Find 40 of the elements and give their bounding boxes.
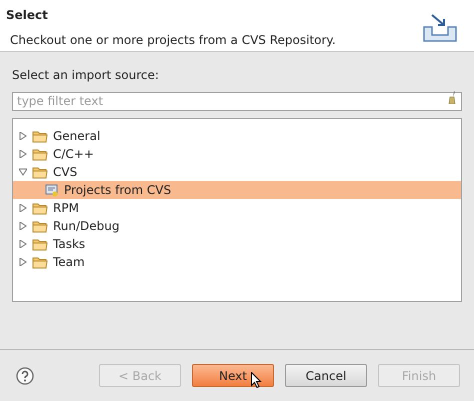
tree-item[interactable]: Run/Debug bbox=[13, 217, 461, 235]
folder-icon bbox=[32, 130, 48, 142]
tree-item-label: Team bbox=[53, 254, 85, 271]
tree-item[interactable]: RPM bbox=[13, 199, 461, 217]
dialog-button[interactable]: Next bbox=[192, 364, 274, 387]
dialog-button[interactable]: Cancel bbox=[285, 364, 367, 387]
import-source-label: Select an import source: bbox=[12, 67, 160, 84]
tree-item-label: Projects from CVS bbox=[64, 182, 172, 199]
folder-icon bbox=[32, 256, 48, 268]
folder-icon bbox=[32, 238, 48, 250]
tree-item-label: CVS bbox=[53, 164, 78, 181]
tree-item-label: General bbox=[53, 128, 100, 145]
expand-arrow-icon[interactable] bbox=[19, 222, 27, 230]
expand-arrow-icon[interactable] bbox=[19, 204, 27, 212]
tree-item-label: Tasks bbox=[53, 236, 86, 253]
collapse-arrow-icon[interactable] bbox=[19, 168, 27, 176]
folder-icon bbox=[32, 148, 48, 160]
filter-field[interactable]: type filter text bbox=[12, 92, 462, 110]
tree-item-label: RPM bbox=[53, 200, 79, 217]
help-icon[interactable] bbox=[16, 366, 34, 384]
expand-arrow-icon[interactable] bbox=[19, 132, 27, 140]
folder-icon bbox=[32, 166, 48, 178]
folder-icon bbox=[32, 202, 48, 214]
tree-item[interactable]: C/C++ bbox=[13, 145, 461, 163]
tree-item-label: C/C++ bbox=[53, 146, 94, 163]
expand-arrow-icon[interactable] bbox=[19, 150, 27, 158]
broom-icon[interactable] bbox=[448, 91, 457, 104]
page-title: Select bbox=[6, 7, 49, 24]
tree-item[interactable]: General bbox=[13, 127, 461, 145]
expand-arrow-icon[interactable] bbox=[19, 240, 27, 248]
project-icon bbox=[45, 183, 59, 197]
folder-icon bbox=[32, 220, 48, 232]
tree-item-label: Run/Debug bbox=[53, 218, 120, 235]
mouse-pointer-icon bbox=[251, 372, 262, 388]
expand-arrow-icon[interactable] bbox=[19, 258, 27, 266]
tree-item[interactable]: Projects from CVS bbox=[13, 181, 461, 199]
tree-item[interactable]: Team bbox=[13, 253, 461, 271]
tree-item[interactable]: Tasks bbox=[13, 235, 461, 253]
page-description: Checkout one or more projects from a CVS Repository. bbox=[9, 32, 336, 49]
tree-item[interactable]: CVS bbox=[13, 163, 461, 181]
